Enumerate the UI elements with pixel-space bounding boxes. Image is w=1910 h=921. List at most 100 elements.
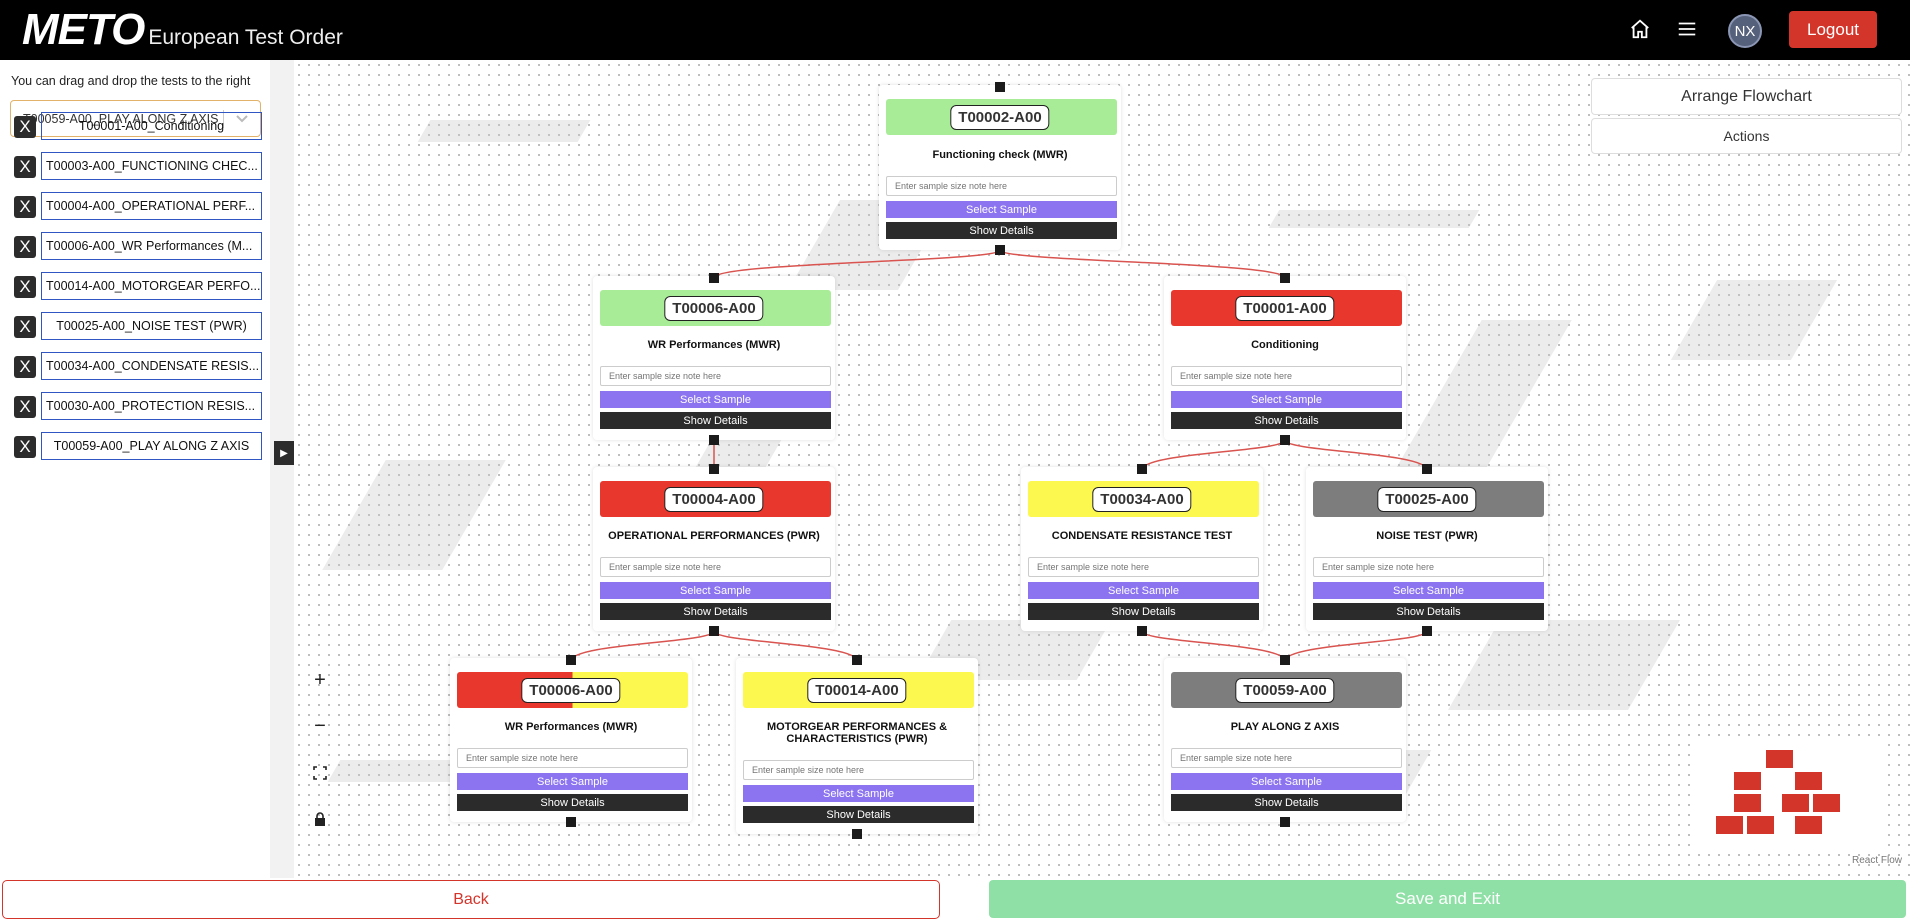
arrange-flowchart-button[interactable]: Arrange Flowchart xyxy=(1591,78,1902,115)
sample-note-input[interactable] xyxy=(457,748,688,768)
node-handle[interactable] xyxy=(1280,435,1290,445)
node-handle[interactable] xyxy=(852,829,862,839)
select-sample-button[interactable]: Select Sample xyxy=(1171,773,1402,790)
node-handle[interactable] xyxy=(995,82,1005,92)
show-details-button[interactable]: Show Details xyxy=(1028,603,1259,620)
test-draggable[interactable]: T00030-A00_PROTECTION RESIS... xyxy=(41,392,262,420)
test-draggable[interactable]: T00025-A00_NOISE TEST (PWR) xyxy=(41,312,262,340)
test-list-item[interactable]: X T00034-A00_CONDENSATE RESIS... xyxy=(14,352,262,380)
show-details-button[interactable]: Show Details xyxy=(886,222,1117,239)
select-sample-button[interactable]: Select Sample xyxy=(886,201,1117,218)
sample-note-input[interactable] xyxy=(600,366,831,386)
collapse-sidebar-button[interactable]: ▶ xyxy=(274,441,294,465)
test-node[interactable]: T00034-A00 CONDENSATE RESISTANCE TEST Se… xyxy=(1021,467,1263,631)
sample-note-input[interactable] xyxy=(600,557,831,577)
select-sample-button[interactable]: Select Sample xyxy=(1313,582,1544,599)
show-details-button[interactable]: Show Details xyxy=(743,806,974,823)
test-node[interactable]: T00004-A00 OPERATIONAL PERFORMANCES (PWR… xyxy=(593,467,835,631)
test-list-item[interactable]: X T00059-A00_PLAY ALONG Z AXIS xyxy=(14,432,262,460)
node-handle[interactable] xyxy=(995,245,1005,255)
save-and-exit-button[interactable]: Save and Exit xyxy=(989,880,1906,918)
select-sample-button[interactable]: Select Sample xyxy=(600,391,831,408)
app-header: METO European Test Order NX Logout xyxy=(0,0,1910,60)
test-node[interactable]: T00059-A00 PLAY ALONG Z AXIS Select Samp… xyxy=(1164,658,1406,822)
node-handle[interactable] xyxy=(566,655,576,665)
actions-button[interactable]: Actions xyxy=(1591,118,1902,154)
show-details-button[interactable]: Show Details xyxy=(1171,412,1402,429)
test-list-item[interactable]: X T00025-A00_NOISE TEST (PWR) xyxy=(14,312,262,340)
remove-test-button[interactable]: X xyxy=(14,236,36,258)
test-list-item[interactable]: X T00006-A00_WR Performances (M... xyxy=(14,232,262,260)
show-details-button[interactable]: Show Details xyxy=(600,412,831,429)
logout-button[interactable]: Logout xyxy=(1789,11,1877,48)
show-details-button[interactable]: Show Details xyxy=(457,794,688,811)
remove-test-button[interactable]: X xyxy=(14,396,36,418)
zoom-in-button[interactable]: + xyxy=(306,666,334,694)
select-sample-button[interactable]: Select Sample xyxy=(600,582,831,599)
back-button[interactable]: Back xyxy=(2,880,940,919)
test-list-item[interactable]: X T00001-A00_Conditioning xyxy=(14,112,262,140)
node-handle[interactable] xyxy=(566,817,576,827)
select-sample-button[interactable]: Select Sample xyxy=(1028,582,1259,599)
minimap-node xyxy=(1795,816,1822,834)
sample-note-input[interactable] xyxy=(743,760,974,780)
test-node[interactable]: T00006-A00 WR Performances (MWR) Select … xyxy=(450,658,692,822)
node-handle[interactable] xyxy=(1422,464,1432,474)
node-handle[interactable] xyxy=(1422,626,1432,636)
remove-test-button[interactable]: X xyxy=(14,276,36,298)
test-draggable[interactable]: T00059-A00_PLAY ALONG Z AXIS xyxy=(41,432,262,460)
node-handle[interactable] xyxy=(1137,464,1147,474)
minimap[interactable] xyxy=(1692,738,1888,852)
show-details-button[interactable]: Show Details xyxy=(600,603,831,620)
test-node[interactable]: T00025-A00 NOISE TEST (PWR) Select Sampl… xyxy=(1306,467,1548,631)
node-handle[interactable] xyxy=(1137,626,1147,636)
fit-view-icon[interactable] xyxy=(306,759,334,787)
test-draggable[interactable]: T00003-A00_FUNCTIONING CHEC... xyxy=(41,152,262,180)
sample-note-input[interactable] xyxy=(886,176,1117,196)
test-list-item[interactable]: X T00014-A00_MOTORGEAR PERFO... xyxy=(14,272,262,300)
test-node[interactable]: T00014-A00 MOTORGEAR PERFORMANCES & CHAR… xyxy=(736,658,978,834)
node-handle[interactable] xyxy=(709,464,719,474)
select-sample-button[interactable]: Select Sample xyxy=(743,785,974,802)
node-handle[interactable] xyxy=(1280,817,1290,827)
hamburger-menu-icon[interactable] xyxy=(1676,18,1700,42)
app-logo[interactable]: METO European Test Order xyxy=(22,8,343,52)
test-node[interactable]: T00002-A00 Functioning check (MWR) Selec… xyxy=(879,85,1121,250)
zoom-out-button[interactable]: − xyxy=(306,712,334,740)
sample-note-input[interactable] xyxy=(1171,748,1402,768)
remove-test-button[interactable]: X xyxy=(14,156,36,178)
home-icon[interactable] xyxy=(1629,18,1653,42)
show-details-button[interactable]: Show Details xyxy=(1313,603,1544,620)
node-handle[interactable] xyxy=(1280,273,1290,283)
test-list-item[interactable]: X T00030-A00_PROTECTION RESIS... xyxy=(14,392,262,420)
remove-test-button[interactable]: X xyxy=(14,196,36,218)
test-node[interactable]: T00001-A00 Conditioning Select Sample Sh… xyxy=(1164,276,1406,440)
select-sample-button[interactable]: Select Sample xyxy=(457,773,688,790)
select-sample-button[interactable]: Select Sample xyxy=(1171,391,1402,408)
test-draggable[interactable]: T00006-A00_WR Performances (M... xyxy=(41,232,262,260)
node-handle[interactable] xyxy=(709,435,719,445)
remove-test-button[interactable]: X xyxy=(14,116,36,138)
remove-test-button[interactable]: X xyxy=(14,316,36,338)
test-code: T00004-A00 xyxy=(664,487,764,512)
sample-note-input[interactable] xyxy=(1171,366,1402,386)
node-handle[interactable] xyxy=(709,626,719,636)
sample-note-input[interactable] xyxy=(1028,557,1259,577)
remove-test-button[interactable]: X xyxy=(14,356,36,378)
test-list-item[interactable]: X T00003-A00_FUNCTIONING CHEC... xyxy=(14,152,262,180)
test-draggable[interactable]: T00034-A00_CONDENSATE RESIS... xyxy=(41,352,262,380)
node-handle[interactable] xyxy=(709,273,719,283)
test-draggable[interactable]: T00001-A00_Conditioning xyxy=(41,112,262,140)
node-handle[interactable] xyxy=(852,655,862,665)
lock-icon[interactable] xyxy=(306,805,334,833)
test-draggable[interactable]: T00014-A00_MOTORGEAR PERFO... xyxy=(41,272,262,300)
test-node[interactable]: T00006-A00 WR Performances (MWR) Select … xyxy=(593,276,835,440)
remove-test-button[interactable]: X xyxy=(14,436,36,458)
react-flow-attribution[interactable]: React Flow xyxy=(1852,855,1902,866)
user-avatar[interactable]: NX xyxy=(1728,14,1762,48)
node-handle[interactable] xyxy=(1280,655,1290,665)
show-details-button[interactable]: Show Details xyxy=(1171,794,1402,811)
test-list-item[interactable]: X T00004-A00_OPERATIONAL PERF... xyxy=(14,192,262,220)
test-draggable[interactable]: T00004-A00_OPERATIONAL PERF... xyxy=(41,192,262,220)
sample-note-input[interactable] xyxy=(1313,557,1544,577)
